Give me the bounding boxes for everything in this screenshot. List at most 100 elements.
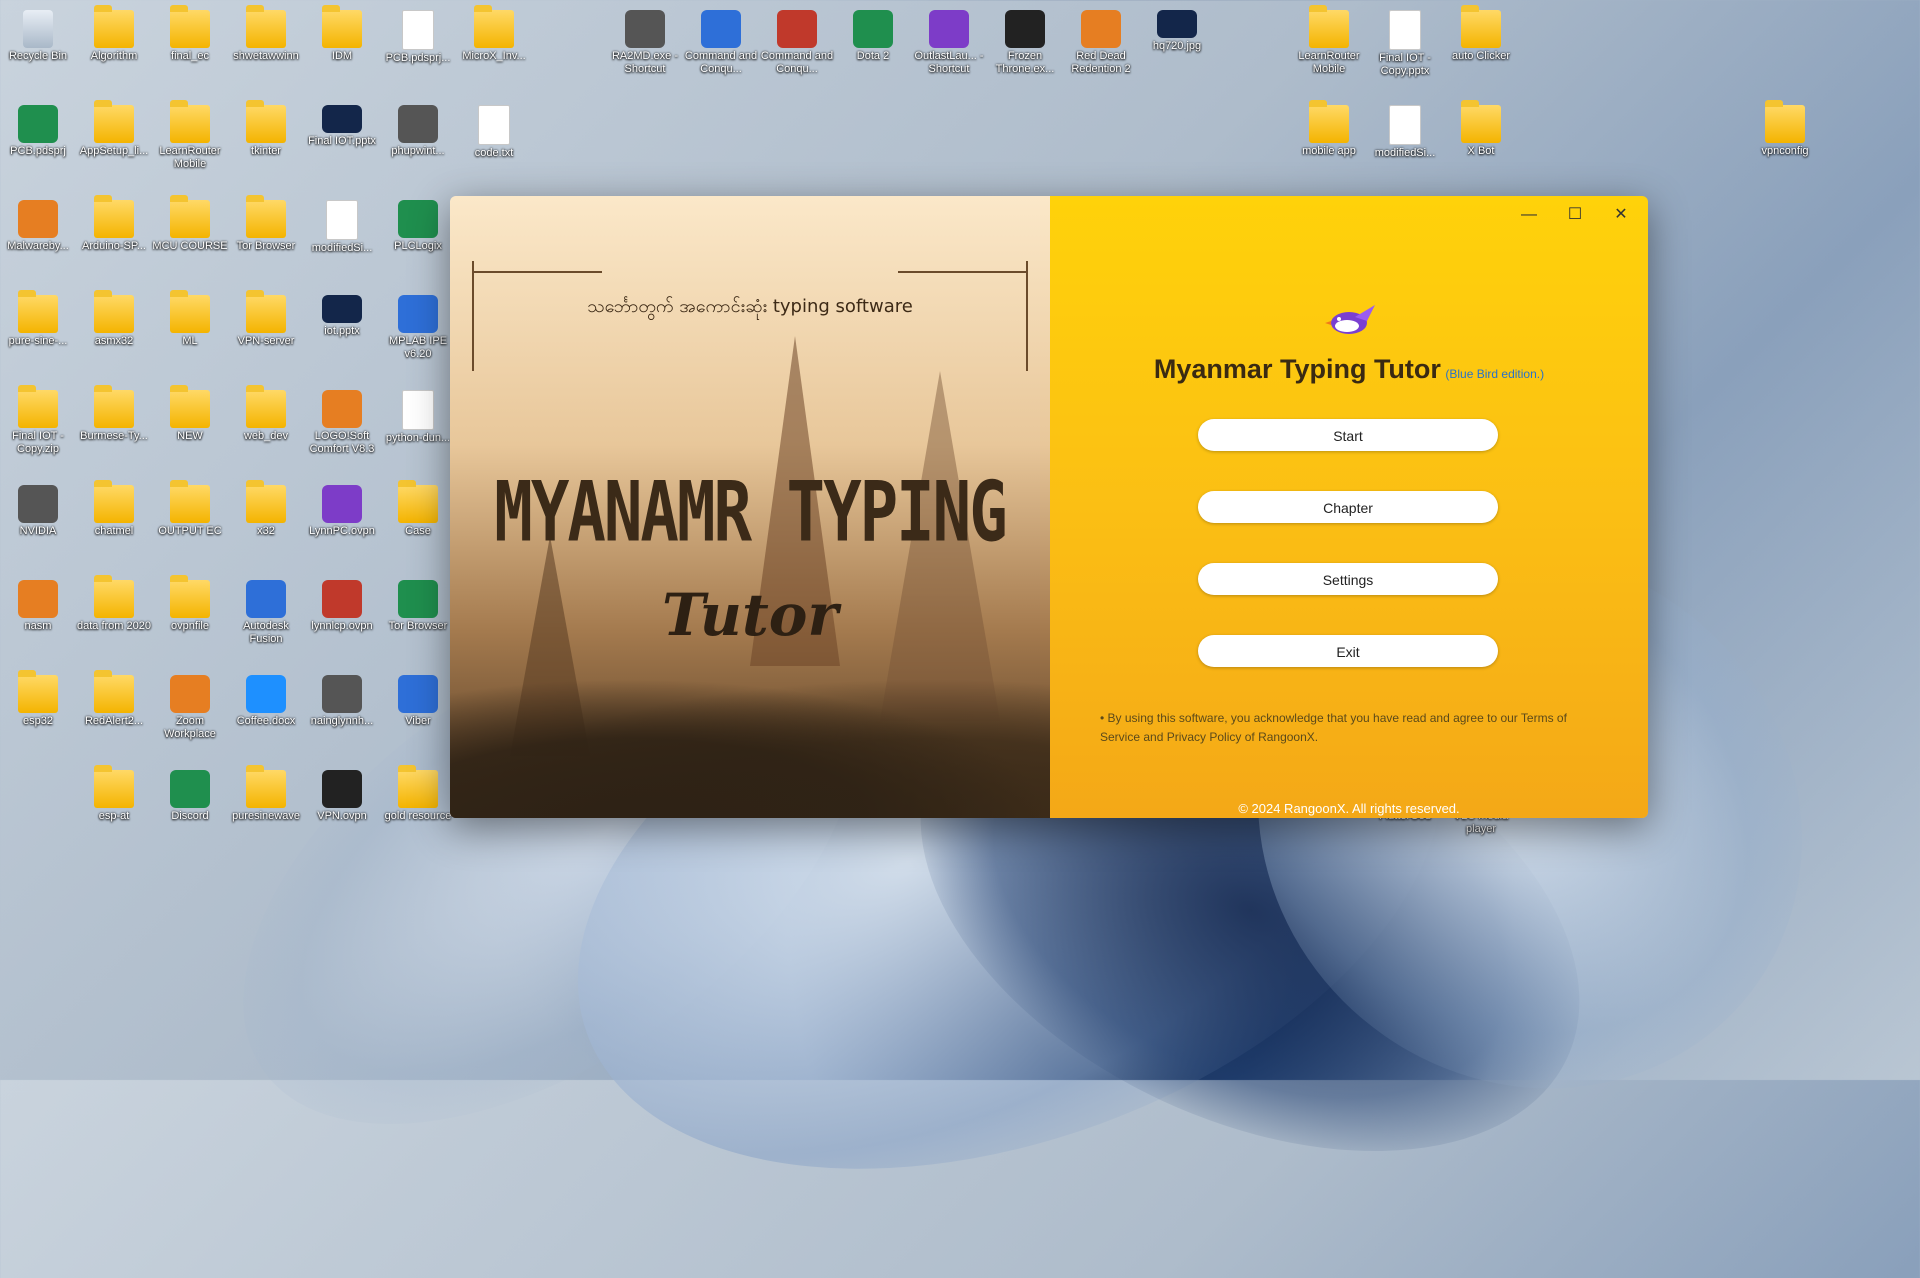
desktop-icon[interactable]: VPN.ovpn (304, 764, 380, 823)
desktop-icon[interactable]: data from 2020 (76, 574, 152, 633)
desktop-icon[interactable]: Final IOT - Copy.zip (0, 384, 76, 456)
desktop-icon[interactable]: puresinewave (228, 764, 304, 823)
desktop-icon[interactable]: Zoom Workplace (152, 669, 228, 741)
image-icon (322, 295, 362, 323)
desktop-icon[interactable]: PCB.pdsprj (0, 99, 76, 158)
desktop-icon-label: code.txt (474, 147, 514, 159)
desktop-icon[interactable]: MPLAB IPE v6.20 (380, 289, 456, 361)
desktop-icon[interactable]: Frozen Throne.ex... (987, 4, 1063, 76)
desktop-icon[interactable]: Autodesk Fusion (228, 574, 304, 646)
app-title: Myanmar Typing Tutor (1153, 354, 1441, 384)
desktop-icon[interactable]: NEW (152, 384, 228, 443)
desktop-icon[interactable]: nasm (0, 574, 76, 633)
desktop-icon[interactable]: X Bot (1443, 99, 1519, 158)
desktop-icon[interactable]: gold resource (380, 764, 456, 823)
desktop-icon-label: NEW (177, 430, 203, 442)
desktop-icon[interactable]: MCU COURSE (152, 194, 228, 253)
desktop-icon[interactable]: shwetawwinn (228, 4, 304, 63)
desktop-icon[interactable]: ovpnfile (152, 574, 228, 633)
desktop-icon[interactable]: x32 (228, 479, 304, 538)
desktop-icon[interactable]: VPN-server (228, 289, 304, 348)
desktop-icon-label: Tor Browser (236, 240, 296, 252)
desktop-icon[interactable]: LOGO!Soft Comfort V8.3 (304, 384, 380, 456)
desktop-icon[interactable]: tkinter (228, 99, 304, 158)
folder-icon (94, 765, 134, 808)
desktop-icon[interactable]: hq720.jpg (1139, 4, 1215, 53)
maximize-button[interactable]: ☐ (1552, 200, 1598, 230)
settings-button[interactable]: Settings (1198, 563, 1498, 595)
start-button[interactable]: Start (1198, 419, 1498, 451)
desktop-icon[interactable]: esp32 (0, 669, 76, 728)
desktop-icon[interactable]: auto Clicker (1443, 4, 1519, 63)
desktop-icon[interactable]: pure-sine-... (0, 289, 76, 348)
minimize-button[interactable]: — (1506, 200, 1552, 230)
close-button[interactable]: ✕ (1598, 200, 1644, 230)
desktop-icon[interactable]: mobile app (1291, 99, 1367, 158)
desktop-icon[interactable]: RA2MD.exe - Shortcut (607, 4, 683, 76)
desktop-icon-label: ML (182, 335, 198, 347)
desktop-icon[interactable]: vpnconfig (1747, 99, 1823, 158)
desktop-icon[interactable]: Tor Browser (380, 574, 456, 633)
desktop-icon[interactable]: Discord (152, 764, 228, 823)
desktop-icon[interactable]: lynnlcp.ovpn (304, 574, 380, 633)
desktop-icon[interactable]: chatmel (76, 479, 152, 538)
desktop-icon[interactable]: Command and Conqu... (759, 4, 835, 76)
folder-icon (170, 290, 210, 333)
desktop-icon[interactable]: final_ec (152, 4, 228, 63)
desktop-icon[interactable]: RedAlert2... (76, 669, 152, 728)
desktop-icon[interactable]: Recycle Bin (0, 4, 76, 63)
desktop-icon-label: Algorithm (90, 50, 138, 62)
desktop-icon[interactable]: LearnRouter Mobile (1291, 4, 1367, 76)
desktop-icon[interactable]: IDM (304, 4, 380, 63)
app-icon (322, 675, 362, 713)
desktop-icon-label: Red Dead Redention 2 (1071, 50, 1131, 75)
desktop-icon[interactable]: Dota 2 (835, 4, 911, 63)
desktop-icon[interactable]: PLCLogix (380, 194, 456, 253)
desktop-icon[interactable]: asmx32 (76, 289, 152, 348)
desktop-icon[interactable]: web_dev (228, 384, 304, 443)
desktop-icon-label: phupwint... (391, 145, 445, 157)
desktop-icon[interactable]: phupwint... (380, 99, 456, 158)
desktop-icon-label: LynnPC.ovpn (309, 525, 375, 537)
desktop-icon[interactable]: LynnPC.ovpn (304, 479, 380, 538)
desktop-icon[interactable]: Case (380, 479, 456, 538)
desktop-icon[interactable]: Malwareby... (0, 194, 76, 253)
desktop-icon[interactable]: Algorithm (76, 4, 152, 63)
desktop-icon[interactable]: nainglynnh... (304, 669, 380, 728)
desktop-icon[interactable]: iot.pptx (304, 289, 380, 338)
desktop-icon[interactable]: NVIDIA (0, 479, 76, 538)
desktop-icon-label: vpnconfig (1761, 145, 1809, 157)
desktop-icon[interactable]: Red Dead Redention 2 (1063, 4, 1139, 76)
folder-icon (170, 575, 210, 618)
desktop-icon-label: tkinter (251, 145, 281, 157)
desktop-icon[interactable]: modifiedSi... (304, 194, 380, 255)
app-icon (625, 10, 665, 48)
folder-icon (398, 765, 438, 808)
exit-button[interactable]: Exit (1198, 635, 1498, 667)
chapter-button[interactable]: Chapter (1198, 491, 1498, 523)
desktop-icon[interactable]: ML (152, 289, 228, 348)
desktop-icon[interactable]: python-dun... (380, 384, 456, 445)
desktop-icon[interactable]: Arduino-SP... (76, 194, 152, 253)
desktop-icon[interactable]: AppSetup_li... (76, 99, 152, 158)
desktop-icon[interactable]: Viber (380, 669, 456, 728)
desktop-icon[interactable]: Command and Conqu... (683, 4, 759, 76)
desktop-icon-label: modifiedSi... (1374, 147, 1436, 159)
folder-icon (94, 480, 134, 523)
desktop-icon[interactable]: OUTPUT EC (152, 479, 228, 538)
desktop-icon[interactable]: Coffee.docx (228, 669, 304, 728)
desktop-icon[interactable]: MicroX_Inv... (456, 4, 532, 63)
file-icon (326, 200, 358, 240)
desktop-icon[interactable]: Final IOT - Copy.pptx (1367, 4, 1443, 78)
desktop-icon[interactable]: Final IOT.pptx (304, 99, 380, 148)
desktop-icon[interactable]: LearnRouter Mobile (152, 99, 228, 171)
desktop-icon[interactable]: code.txt (456, 99, 532, 160)
desktop-icon[interactable]: esp-at (76, 764, 152, 823)
desktop-icon[interactable]: modifiedSi... (1367, 99, 1443, 160)
desktop-icon-label: Dota 2 (856, 50, 890, 62)
desktop-icon[interactable]: OutlastLau... - Shortcut (911, 4, 987, 76)
desktop-icon[interactable]: Tor Browser (228, 194, 304, 253)
desktop-icon[interactable]: Burmese-Ty... (76, 384, 152, 443)
desktop-icon-label: python-dun... (385, 432, 451, 444)
desktop-icon[interactable]: PCB.pdsprj... (380, 4, 456, 65)
